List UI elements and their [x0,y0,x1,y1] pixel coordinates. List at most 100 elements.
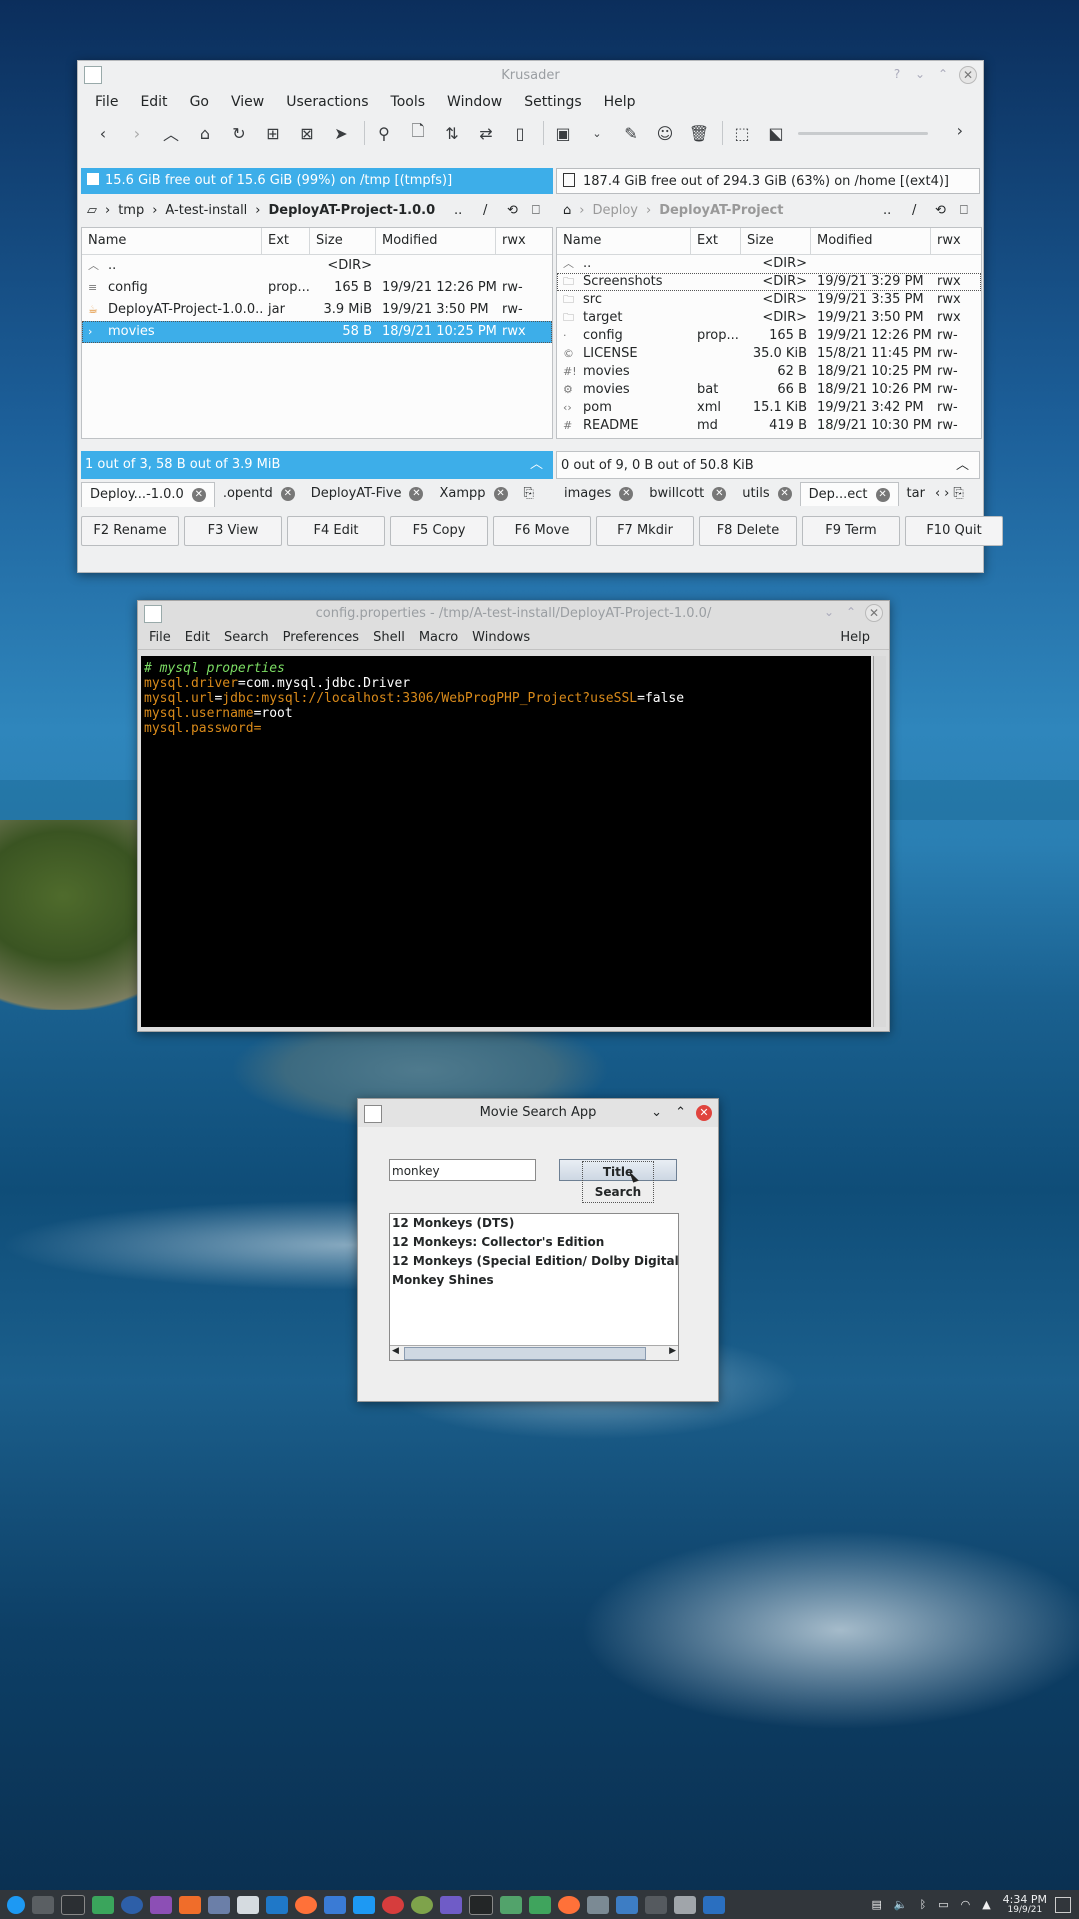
home-icon[interactable]: ⌂ [563,199,571,223]
file-row[interactable]: ︿.. <DIR> [82,255,552,277]
trash-icon[interactable]: 🗑 [686,120,712,146]
menu-help[interactable]: Help [593,94,647,110]
close-tab-icon[interactable]: ✕ [191,488,206,502]
brush-icon[interactable]: ✎ [618,120,644,146]
menu-window[interactable]: Window [436,94,513,110]
refresh-icon[interactable]: ↻ [226,120,252,146]
bluetooth-icon[interactable]: ᛒ [920,1898,927,1911]
invert-selection-icon[interactable]: ➤ [328,120,354,146]
search-icon[interactable]: ⚲ [371,120,397,146]
pager-icon[interactable] [32,1895,54,1914]
file-row[interactable]: 🗀 target <DIR> 19/9/21 3:50 PM rwx [557,309,981,327]
xampp-icon[interactable] [179,1895,201,1914]
menu-file[interactable]: File [84,94,129,110]
crumb-item[interactable]: Deploy [592,199,638,223]
file-row[interactable]: © LICENSE 35.0 KiB 15/8/21 11:45 PM rw- [557,345,981,363]
mail-icon[interactable] [411,1895,433,1914]
root-dir-icon[interactable]: / [483,199,487,223]
list-item[interactable]: 12 Monkeys (Special Edition/ Dolby Digit… [390,1252,678,1271]
tab[interactable]: Xampp ✕ [431,482,515,506]
krusader-titlebar[interactable]: Krusader ? ⌄ ⌃ ✕ [78,61,983,89]
word-icon[interactable] [324,1895,346,1914]
tab[interactable]: bwillcott ✕ [641,482,734,506]
col-size[interactable]: Size [741,228,811,254]
file-row[interactable]: ☕ DeployAT-Project-1.0.0... jar 3.9 MiB 1… [82,299,552,321]
file-row-selected[interactable]: › movies 58 B 18/9/21 10:25 PM rwx [82,321,552,343]
close-tab-icon[interactable]: ✕ [493,487,508,501]
display-icon[interactable]: ▭ [938,1898,948,1911]
chevron-up-icon[interactable]: ︿ [530,451,543,479]
terminal-icon[interactable] [61,1894,85,1915]
file-manager-icon[interactable] [353,1895,375,1914]
volume-icon[interactable]: 🔈 [894,1898,908,1911]
crumb-item[interactable]: DeployAT-Project [659,199,783,223]
list-item[interactable]: 12 Monkeys (DTS) [390,1214,678,1233]
scroll-left-icon[interactable]: ◀ [392,1346,399,1356]
dropdown-icon[interactable]: ⌄ [584,120,610,146]
new-tab-icon[interactable]: ⎘ [951,482,965,506]
menu-settings[interactable]: Settings [513,94,592,110]
root-dir-icon[interactable]: / [912,199,916,223]
bookmark-icon[interactable]: ⎕ [960,199,968,223]
window-icon[interactable] [703,1895,725,1914]
file-row[interactable]: # README md 419 B 18/9/21 10:30 PM rw- [557,417,981,435]
firefox-icon[interactable] [558,1895,580,1914]
list-item[interactable]: 12 Monkeys: Collector's Edition [390,1233,678,1252]
copy-button[interactable]: F5 Copy [390,516,488,546]
cube-icon[interactable] [440,1895,462,1914]
left-file-panel[interactable]: Name Ext Size Modified rwx ︿.. <DIR> ≡ co… [81,227,553,439]
image-icon[interactable] [616,1895,638,1914]
file-row[interactable]: ︿.. <DIR> [557,255,981,273]
help-icon[interactable]: ? [889,66,905,82]
crumb-item[interactable]: tmp [118,199,144,223]
search-input[interactable]: monkey [389,1159,536,1181]
col-ext[interactable]: Ext [262,228,310,254]
close-tab-icon[interactable]: ✕ [619,487,634,501]
minimize-icon[interactable]: ⌄ [821,604,837,620]
clock[interactable]: 4:34 PM 19/9/21 [1003,1894,1047,1916]
console-icon[interactable] [469,1894,493,1915]
tab[interactable]: tar [899,482,933,506]
file-row[interactable]: #! movies 62 B 18/9/21 10:25 PM rw- [557,363,981,381]
menu-edit[interactable]: Edit [178,630,217,645]
toolbar-more-icon[interactable]: › [957,121,963,140]
document-icon[interactable] [237,1895,259,1914]
parent-dir-icon[interactable]: .. [883,199,891,223]
terminal-button[interactable]: F9 Term [802,516,900,546]
close-tab-icon[interactable]: ✕ [280,487,295,501]
menu-macro[interactable]: Macro [412,630,465,645]
home-icon[interactable]: ⌂ [192,120,218,146]
spreadsheet-icon[interactable] [500,1895,522,1914]
unselect-icon[interactable]: ⊠ [294,120,320,146]
close-icon[interactable]: ✕ [959,66,977,84]
right-file-panel[interactable]: Name Ext Size Modified rwx ︿.. <DIR> 🗀 Sc… [556,227,982,439]
chart-app-icon[interactable] [92,1895,114,1914]
col-size[interactable]: Size [310,228,376,254]
close-icon[interactable]: ✕ [865,604,883,622]
maximize-icon[interactable]: ⌃ [843,604,859,620]
rename-button[interactable]: F2 Rename [81,516,179,546]
menu-edit[interactable]: Edit [129,94,178,110]
firefox-icon[interactable] [295,1895,317,1914]
col-rwx[interactable]: rwx [931,228,979,254]
mkdir-button[interactable]: F7 Mkdir [596,516,694,546]
sync-icon[interactable]: ⇄ [473,120,499,146]
file-row[interactable]: ⚙ movies bat 66 B 18/9/21 10:26 PM rw- [557,381,981,399]
menu-go[interactable]: Go [179,94,220,110]
user-icon[interactable]: ☺ [652,120,678,146]
menu-tools[interactable]: Tools [380,94,437,110]
file-row[interactable]: · config prop... 165 B 19/9/21 12:26 PM r… [557,327,981,345]
crumb-item[interactable]: DeployAT-Project-1.0.0 [269,199,436,223]
maximize-icon[interactable]: ⌃ [935,66,951,82]
close-tab-icon[interactable]: ✕ [777,487,792,501]
col-name[interactable]: Name [557,228,691,254]
root-icon[interactable]: ▱ [87,199,97,223]
scroll-right-icon[interactable]: ▶ [669,1346,676,1356]
file-row-current[interactable]: 🗀 Screenshots <DIR> 19/9/21 3:29 PM rwx [557,273,981,291]
browser-icon[interactable] [121,1895,143,1914]
col-modified[interactable]: Modified [811,228,931,254]
col-rwx[interactable]: rwx [496,228,552,254]
tab-scroll-left-icon[interactable]: ‹ [933,482,942,506]
view-mode-icon[interactable]: ⬚ [729,120,755,146]
maximize-icon[interactable]: ⌃ [675,1099,686,1127]
